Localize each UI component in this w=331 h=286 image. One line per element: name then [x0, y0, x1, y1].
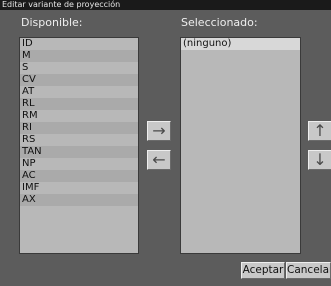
available-item-rm[interactable]: RM [20, 110, 138, 122]
available-item-ac[interactable]: AC [20, 170, 138, 182]
available-item-s[interactable]: S [20, 62, 138, 74]
available-item-ax[interactable]: AX [20, 194, 138, 206]
selected-label: Seleccionado: [181, 16, 258, 29]
left-arrow-icon: ← [152, 150, 166, 169]
available-item-imf[interactable]: IMF [20, 182, 138, 194]
available-item-rl[interactable]: RL [20, 98, 138, 110]
right-arrow-icon: → [152, 121, 166, 140]
available-label: Disponible: [21, 16, 83, 29]
move-down-button[interactable]: ↓ [308, 150, 331, 170]
available-item-cv[interactable]: CV [20, 74, 138, 86]
projection-variant-dialog: Editar variante de proyección Disponible… [0, 0, 331, 286]
available-item-rs[interactable]: RS [20, 134, 138, 146]
down-arrow-icon: ↓ [313, 150, 327, 169]
move-up-button[interactable]: ↑ [308, 121, 331, 141]
remove-button[interactable]: ← [147, 150, 171, 170]
selected-item-none[interactable]: (ninguno) [181, 38, 300, 50]
available-list[interactable]: ID M S CV AT RL RM RI RS TAN NP AC IMF A… [19, 37, 139, 254]
available-item-at[interactable]: AT [20, 86, 138, 98]
available-item-ri[interactable]: RI [20, 122, 138, 134]
available-item-m[interactable]: M [20, 50, 138, 62]
window-title: Editar variante de proyección [0, 0, 331, 10]
available-item-id[interactable]: ID [20, 38, 138, 50]
accept-button[interactable]: Aceptar [241, 262, 285, 279]
add-button[interactable]: → [147, 121, 171, 141]
available-item-np[interactable]: NP [20, 158, 138, 170]
cancel-button[interactable]: Cancelar [286, 262, 331, 279]
selected-list[interactable]: (ninguno) [180, 37, 301, 254]
available-item-tan[interactable]: TAN [20, 146, 138, 158]
up-arrow-icon: ↑ [313, 121, 327, 140]
